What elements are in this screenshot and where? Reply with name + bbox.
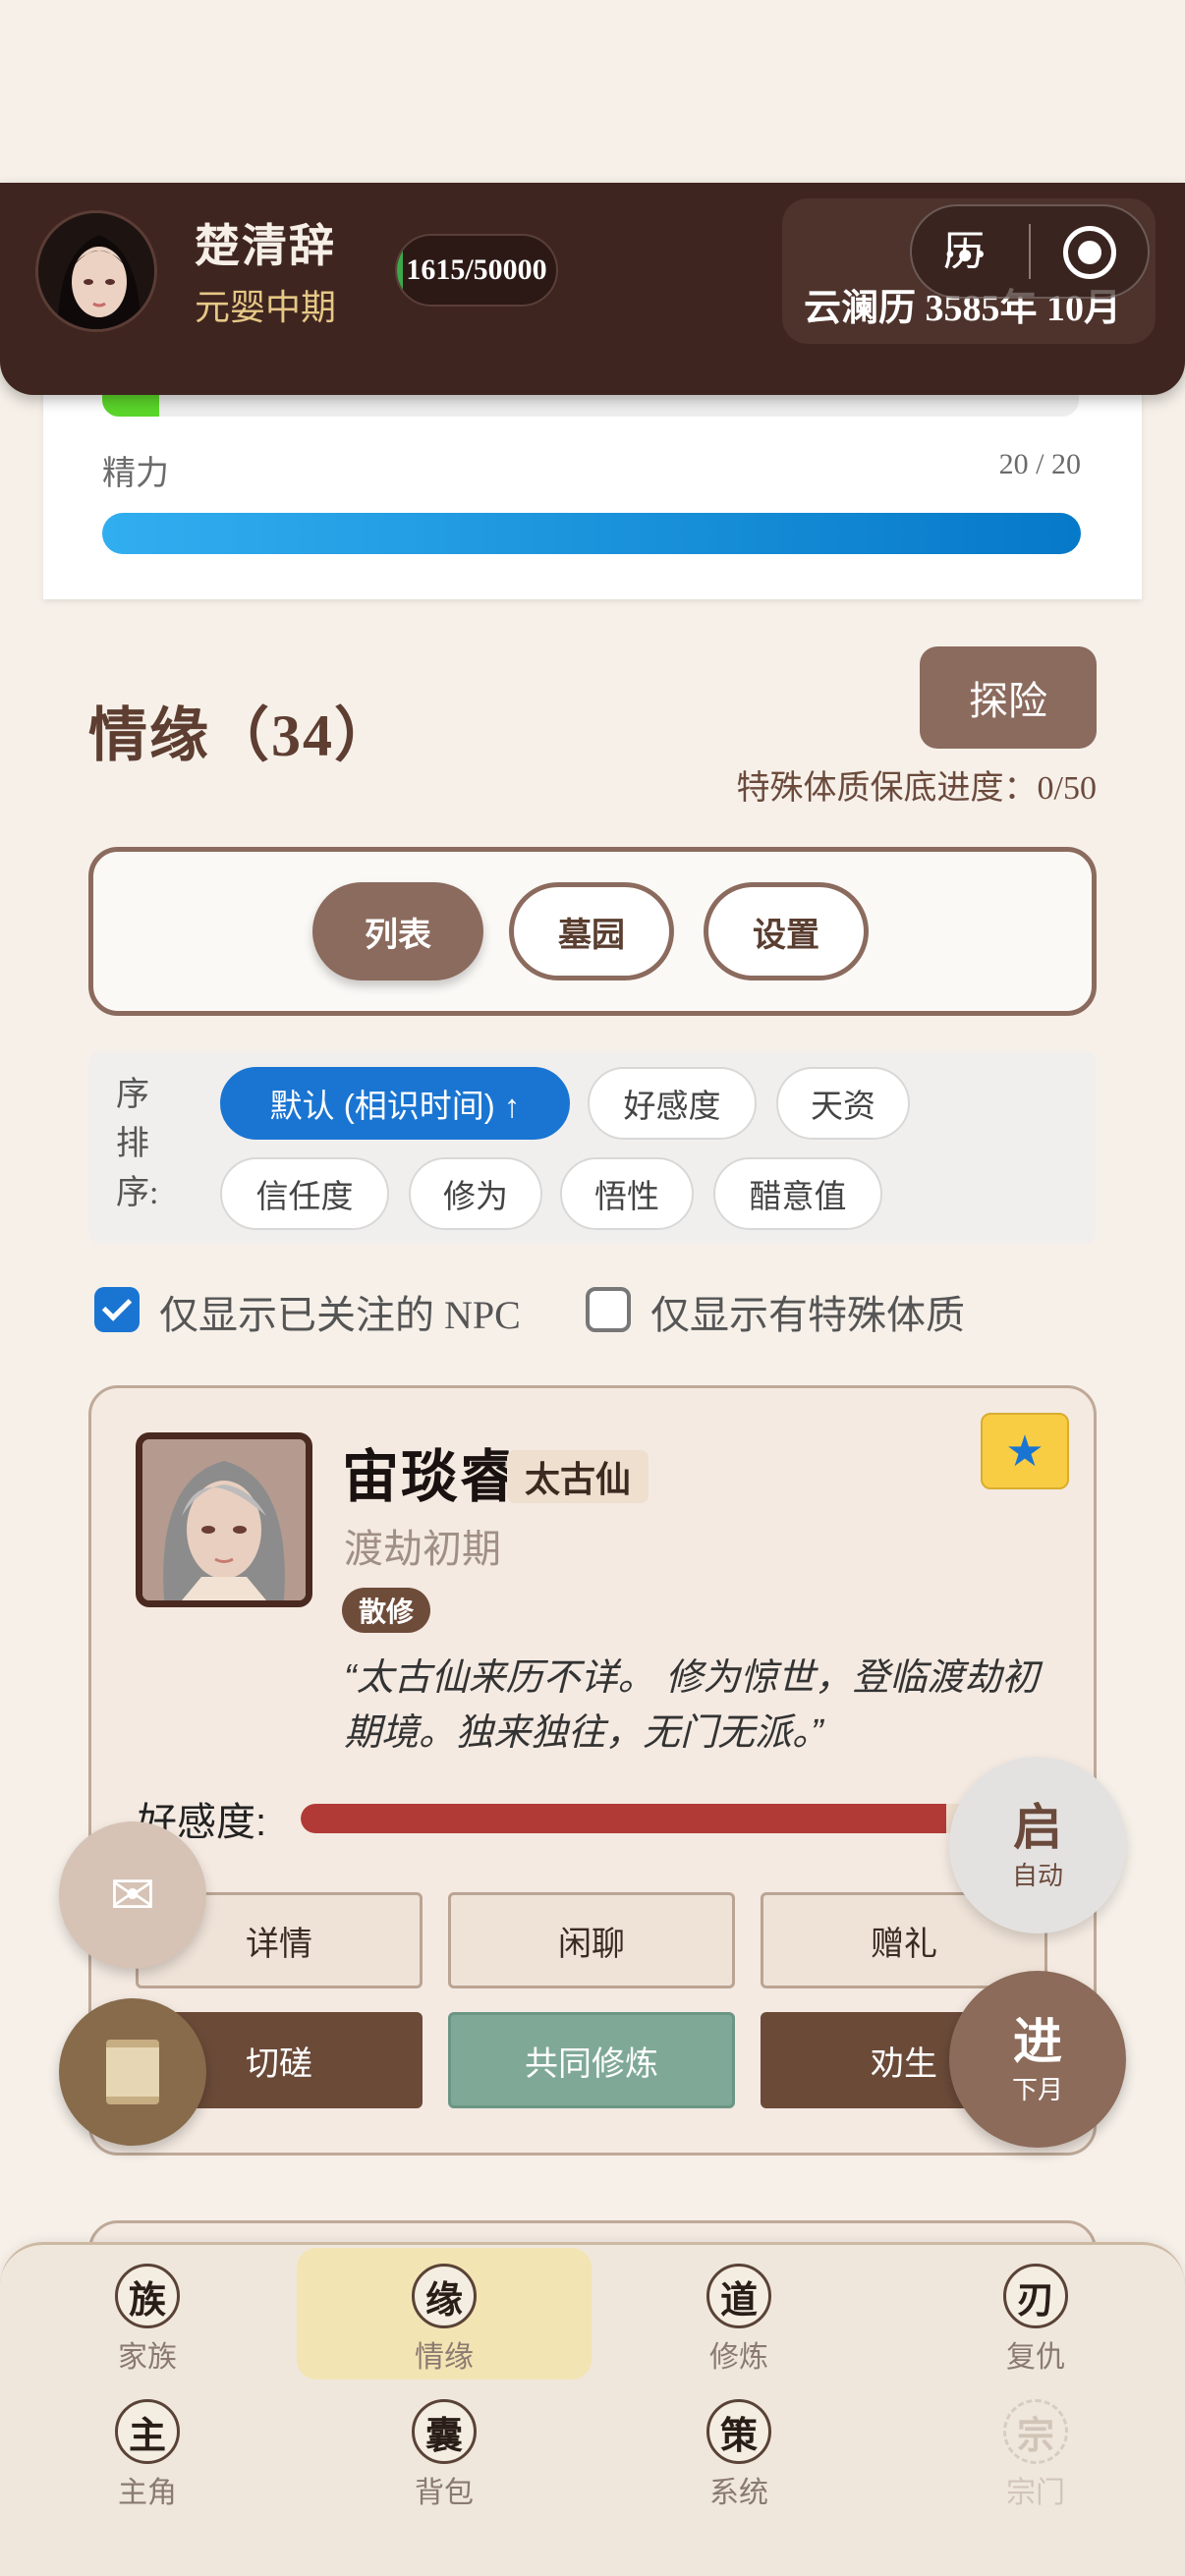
npc-description: “太古仙来历不详。 修为惊世，登临渡劫初期境。独来独往，无门无派。”: [344, 1657, 1040, 1754]
nav-label: 家族: [118, 2341, 177, 2374]
tab-cemetery[interactable]: 墓园: [509, 882, 674, 980]
experience-text: 1615/50000: [406, 253, 547, 286]
player-name: 楚清辞: [195, 221, 336, 271]
auto-glyph: 启: [1013, 1799, 1062, 1855]
star-icon: ★: [1005, 1427, 1044, 1476]
sort-chip-insight[interactable]: 悟性: [560, 1157, 694, 1230]
next-glyph: 进: [1013, 2013, 1062, 2069]
romance-icon: 缘: [412, 2264, 477, 2328]
clan-icon: 族: [115, 2264, 180, 2328]
mail-icon: ✉: [109, 1865, 156, 1927]
sort-chip-trust[interactable]: 信任度: [220, 1157, 389, 1230]
auto-label: 自动: [1011, 1861, 1063, 1890]
nav-item-clan[interactable]: 族 家族: [49, 2264, 246, 2381]
tab-list[interactable]: 列表: [312, 882, 483, 980]
bag-icon: 囊: [412, 2399, 477, 2464]
experience-pill: 1615/50000: [395, 234, 558, 307]
blade-icon: 刃: [1003, 2264, 1068, 2328]
nav-item-sect[interactable]: 宗 宗门: [937, 2399, 1134, 2517]
protagonist-icon: 主: [115, 2399, 180, 2464]
npc-faction-badge: 散修: [342, 1588, 430, 1633]
sort-chip-talent[interactable]: 天资: [776, 1067, 910, 1140]
energy-bar: [102, 513, 1081, 554]
nav-item-protagonist[interactable]: 主 主角: [49, 2399, 246, 2517]
section-title: 情缘（34）: [88, 703, 395, 768]
special-only-checkbox[interactable]: [586, 1287, 631, 1332]
energy-value: 20 / 20: [998, 448, 1081, 480]
sort-label: 序排序:: [116, 1077, 159, 1211]
scroll-icon: [106, 2040, 159, 2104]
nav-item-cultivate[interactable]: 道 修炼: [641, 2264, 837, 2381]
nav-label: 宗门: [1006, 2477, 1065, 2509]
followed-only-checkbox[interactable]: [94, 1287, 140, 1332]
nav-label: 复仇: [1006, 2341, 1065, 2374]
sort-chip-default[interactable]: 默认 (相识时间) ↑: [220, 1067, 570, 1140]
player-avatar[interactable]: [35, 210, 157, 332]
mail-button[interactable]: ✉: [59, 1821, 206, 1969]
nav-label: 背包: [415, 2477, 474, 2509]
next-label: 下月: [1011, 2075, 1063, 2104]
followed-only-label[interactable]: 仅显示已关注的 NPC: [159, 1283, 521, 1340]
co-cultivate-button[interactable]: 共同修炼: [448, 2012, 735, 2108]
affection-bar-fill: [301, 1804, 947, 1833]
scroll-button[interactable]: [59, 1998, 206, 2146]
cultivate-icon: 道: [706, 2264, 771, 2328]
sort-chip-affection[interactable]: 好感度: [588, 1067, 757, 1140]
nav-item-revenge[interactable]: 刃 复仇: [937, 2264, 1134, 2381]
nav-item-system[interactable]: 策 系统: [641, 2399, 837, 2517]
follow-star-button[interactable]: ★: [981, 1413, 1069, 1489]
more-dots-icon[interactable]: •●•: [945, 240, 988, 271]
close-target-icon[interactable]: [1063, 226, 1116, 279]
sect-icon: 宗: [1003, 2399, 1068, 2464]
nav-item-romance[interactable]: 缘 情缘: [346, 2264, 542, 2381]
sort-chip-jealousy[interactable]: 醋意值: [713, 1157, 882, 1230]
auto-button[interactable]: 启 自动: [949, 1757, 1126, 1933]
nav-item-bag[interactable]: 囊 背包: [346, 2399, 542, 2517]
tab-settings[interactable]: 设置: [704, 882, 869, 980]
nav-label: 系统: [709, 2477, 768, 2509]
nav-label: 主角: [118, 2477, 177, 2509]
npc-avatar[interactable]: [136, 1432, 312, 1607]
energy-label: 精力: [102, 455, 169, 492]
nav-label: 修炼: [709, 2341, 768, 2374]
special-constitution-progress: 特殊体质保底进度：0/50: [736, 770, 1097, 807]
affection-bar-track: [301, 1804, 1051, 1833]
nav-label: 情缘: [415, 2341, 474, 2374]
explore-button[interactable]: 探险: [920, 646, 1097, 749]
chat-button[interactable]: 闲聊: [448, 1892, 735, 1988]
next-month-button[interactable]: 进 下月: [949, 1971, 1126, 2148]
sort-chip-cultivation[interactable]: 修为: [409, 1157, 542, 1230]
npc-name: 宙琰睿: [342, 1445, 520, 1509]
npc-title-badge: 太古仙: [507, 1450, 649, 1503]
capsule-divider: [1029, 224, 1031, 279]
npc-realm: 渡劫初期: [344, 1527, 501, 1571]
special-only-label[interactable]: 仅显示有特殊体质: [650, 1283, 965, 1340]
player-realm: 元婴中期: [195, 288, 337, 327]
system-icon: 策: [706, 2399, 771, 2464]
